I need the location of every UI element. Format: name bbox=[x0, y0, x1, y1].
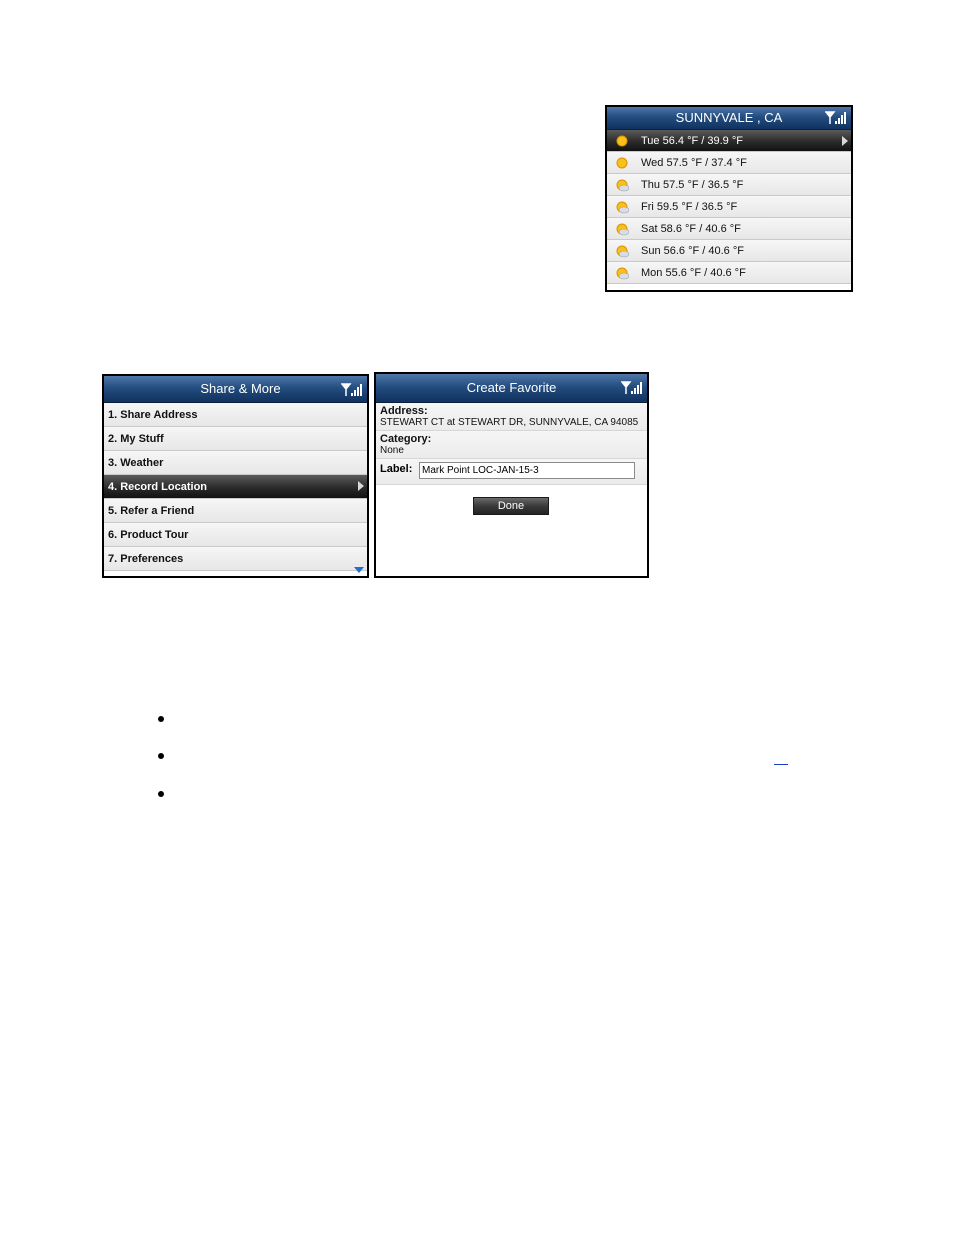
sun-icon bbox=[616, 135, 628, 147]
forecast-row[interactable]: Tue 56.4 °F / 39.9 °F bbox=[607, 130, 851, 152]
menu-item-label: 4. Record Location bbox=[108, 481, 208, 493]
weather-screen: SUNNYVALE , CA Tue 56.4 °F / 39.9 °F Wed … bbox=[605, 105, 853, 292]
menu-item[interactable]: 4. Record Location bbox=[104, 475, 367, 499]
scroll-down-icon[interactable] bbox=[354, 567, 364, 573]
address-block: Address: STEWART CT at STEWART DR, SUNNY… bbox=[376, 403, 647, 431]
footnote-link[interactable] bbox=[774, 764, 788, 765]
label-row: Label: Mark Point LOC-JAN-15-3 bbox=[376, 459, 647, 485]
share-more-title: Share & More bbox=[200, 381, 281, 396]
share-more-title-bar: Share & More bbox=[104, 376, 367, 403]
weather-title-bar: SUNNYVALE , CA bbox=[607, 107, 851, 130]
weather-title: SUNNYVALE , CA bbox=[675, 110, 783, 125]
forecast-list: Tue 56.4 °F / 39.9 °F Wed 57.5 °F / 37.4 … bbox=[607, 130, 851, 284]
address-value: STEWART CT at STEWART DR, SUNNYVALE, CA … bbox=[380, 417, 639, 428]
signal-icon bbox=[621, 381, 642, 394]
label-input[interactable]: Mark Point LOC-JAN-15-3 bbox=[419, 462, 635, 479]
category-label: Category: bbox=[380, 433, 432, 445]
menu-item-label: 6. Product Tour bbox=[108, 529, 189, 541]
forecast-text: Sun 56.6 °F / 40.6 °F bbox=[641, 245, 744, 257]
create-favorite-title-bar: Create Favorite bbox=[376, 374, 647, 403]
chevron-right-icon bbox=[358, 481, 364, 491]
forecast-row[interactable]: Sat 58.6 °F / 40.6 °F bbox=[607, 218, 851, 240]
menu-item-label: 3. Weather bbox=[108, 457, 164, 469]
forecast-text: Wed 57.5 °F / 37.4 °F bbox=[641, 157, 747, 169]
bullet-marker bbox=[158, 716, 164, 722]
menu-item[interactable]: 5. Refer a Friend bbox=[104, 499, 367, 523]
menu-item[interactable]: 3. Weather bbox=[104, 451, 367, 475]
menu-item-label: 1. Share Address bbox=[108, 409, 198, 421]
cloudy-icon bbox=[616, 267, 629, 280]
category-block[interactable]: Category: None bbox=[376, 431, 647, 459]
forecast-text: Thu 57.5 °F / 36.5 °F bbox=[641, 179, 744, 191]
done-button[interactable]: Done bbox=[473, 497, 549, 515]
forecast-row[interactable]: Wed 57.5 °F / 37.4 °F bbox=[607, 152, 851, 174]
partly-cloudy-icon bbox=[616, 179, 629, 192]
category-value: None bbox=[380, 445, 404, 456]
menu-item-label: 5. Refer a Friend bbox=[108, 505, 195, 517]
forecast-row[interactable]: Mon 55.6 °F / 40.6 °F bbox=[607, 262, 851, 284]
menu-item[interactable]: 2. My Stuff bbox=[104, 427, 367, 451]
cloudy-icon bbox=[616, 223, 629, 236]
forecast-row[interactable]: Thu 57.5 °F / 36.5 °F bbox=[607, 174, 851, 196]
sun-icon bbox=[616, 157, 628, 169]
bullet-marker bbox=[158, 753, 164, 759]
menu-item[interactable]: 6. Product Tour bbox=[104, 523, 367, 547]
share-more-screen: Share & More 1. Share Address 2. My Stuff… bbox=[102, 374, 369, 578]
menu-item[interactable]: 7. Preferences bbox=[104, 547, 367, 571]
menu-item-label: 7. Preferences bbox=[108, 553, 184, 565]
address-label: Address: bbox=[380, 405, 428, 417]
create-favorite-screen: Create Favorite Address: STEWART CT at S… bbox=[374, 372, 649, 578]
signal-icon bbox=[341, 383, 362, 396]
forecast-text: Mon 55.6 °F / 40.6 °F bbox=[641, 267, 746, 279]
label-field-label: Label: bbox=[380, 463, 413, 475]
forecast-text: Sat 58.6 °F / 40.6 °F bbox=[641, 223, 741, 235]
menu-item[interactable]: 1. Share Address bbox=[104, 403, 367, 427]
forecast-text: Fri 59.5 °F / 36.5 °F bbox=[641, 201, 738, 213]
signal-icon bbox=[825, 111, 846, 124]
cloudy-icon bbox=[616, 245, 629, 258]
share-menu-list: 1. Share Address 2. My Stuff 3. Weather 4. … bbox=[104, 403, 367, 571]
partly-cloudy-icon bbox=[616, 201, 629, 214]
forecast-row[interactable]: Sun 56.6 °F / 40.6 °F bbox=[607, 240, 851, 262]
bullet-marker bbox=[158, 791, 164, 797]
forecast-row[interactable]: Fri 59.5 °F / 36.5 °F bbox=[607, 196, 851, 218]
forecast-text: Tue 56.4 °F / 39.9 °F bbox=[641, 135, 743, 147]
menu-item-label: 2. My Stuff bbox=[108, 433, 164, 445]
chevron-right-icon bbox=[842, 136, 848, 146]
create-favorite-title: Create Favorite bbox=[466, 380, 557, 395]
